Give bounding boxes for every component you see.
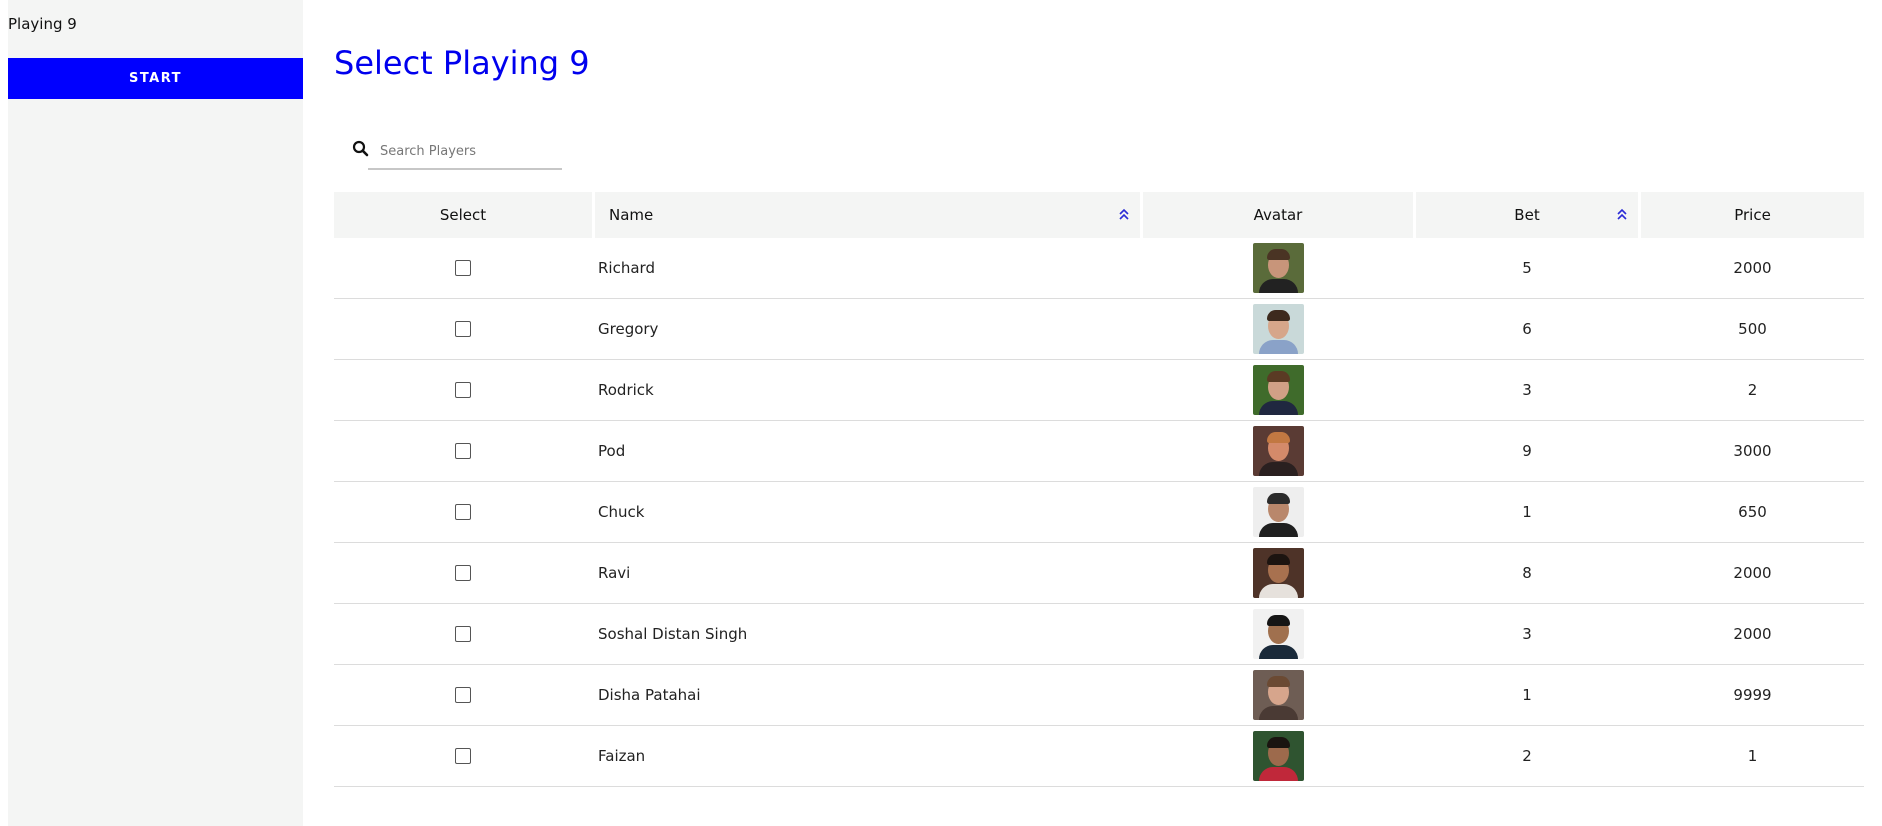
sidebar-title: Playing 9 (8, 15, 77, 33)
avatar (1252, 487, 1304, 537)
player-name: Soshal Distan Singh (598, 625, 748, 643)
search-bar (352, 134, 562, 172)
player-price: 2000 (1733, 259, 1772, 277)
avatar-cell (1143, 421, 1413, 481)
start-button[interactable]: START (8, 58, 303, 99)
select-checkbox[interactable] (455, 626, 471, 642)
select-checkbox[interactable] (455, 504, 471, 520)
select-checkbox[interactable] (455, 565, 471, 581)
player-price: 2000 (1733, 564, 1772, 582)
select-checkbox[interactable] (455, 443, 471, 459)
table-row: Rodrick 3 2 (334, 360, 1864, 421)
table-row: Faizan 2 1 (334, 726, 1864, 787)
column-header-select: Select (334, 192, 592, 238)
select-cell (334, 726, 592, 786)
player-bet: 9 (1522, 442, 1532, 460)
player-bet: 6 (1522, 320, 1532, 338)
avatar (1252, 304, 1304, 354)
players-table: Select Name Avatar Bet Price Richard 5 2… (334, 192, 1864, 787)
avatar-cell (1143, 360, 1413, 420)
player-bet: 5 (1522, 259, 1532, 277)
player-price: 650 (1738, 503, 1767, 521)
player-name: Richard (598, 259, 655, 277)
avatar-cell (1143, 604, 1413, 664)
player-bet: 1 (1522, 503, 1532, 521)
table-row: Gregory 6 500 (334, 299, 1864, 360)
select-checkbox[interactable] (455, 382, 471, 398)
player-name: Chuck (598, 503, 645, 521)
column-header-name-label: Name (609, 206, 654, 224)
select-cell (334, 665, 592, 725)
column-header-avatar: Avatar (1143, 192, 1413, 238)
avatar (1252, 243, 1304, 293)
player-bet: 8 (1522, 564, 1532, 582)
sort-ascending-icon[interactable] (1118, 208, 1130, 222)
select-cell (334, 421, 592, 481)
player-bet: 1 (1522, 686, 1532, 704)
avatar-cell (1143, 238, 1413, 298)
table-body: Richard 5 2000 Gregory 6 500 Rodrick 3 2… (334, 238, 1864, 787)
page-title: Select Playing 9 (334, 44, 590, 82)
avatar-cell (1143, 665, 1413, 725)
avatar (1252, 670, 1304, 720)
column-header-price: Price (1641, 192, 1864, 238)
avatar-cell (1143, 299, 1413, 359)
sidebar: Playing 9 START (8, 0, 303, 826)
player-name: Pod (598, 442, 626, 460)
avatar-cell (1143, 726, 1413, 786)
select-checkbox[interactable] (455, 260, 471, 276)
player-price: 9999 (1733, 686, 1772, 704)
select-checkbox[interactable] (455, 748, 471, 764)
select-cell (334, 299, 592, 359)
select-cell (334, 238, 592, 298)
avatar (1252, 426, 1304, 476)
search-input[interactable] (368, 134, 562, 170)
avatar (1252, 731, 1304, 781)
player-price: 2000 (1733, 625, 1772, 643)
table-row: Pod 9 3000 (334, 421, 1864, 482)
avatar (1252, 548, 1304, 598)
player-name: Rodrick (598, 381, 654, 399)
column-header-bet-label: Bet (1514, 206, 1540, 224)
avatar (1252, 609, 1304, 659)
sort-ascending-icon[interactable] (1616, 208, 1628, 222)
player-name: Ravi (598, 564, 631, 582)
player-price: 3000 (1733, 442, 1772, 460)
player-name: Disha Patahai (598, 686, 701, 704)
player-price: 2 (1747, 381, 1758, 399)
player-bet: 3 (1522, 625, 1532, 643)
player-name: Gregory (598, 320, 659, 338)
column-header-name[interactable]: Name (595, 192, 1140, 238)
table-row: Richard 5 2000 (334, 238, 1864, 299)
player-price: 1 (1747, 747, 1758, 765)
column-header-bet[interactable]: Bet (1416, 192, 1638, 238)
table-row: Chuck 1 650 (334, 482, 1864, 543)
select-checkbox[interactable] (455, 687, 471, 703)
select-cell (334, 604, 592, 664)
select-cell (334, 482, 592, 542)
player-price: 500 (1738, 320, 1767, 338)
player-name: Faizan (598, 747, 646, 765)
table-row: Disha Patahai 1 9999 (334, 665, 1864, 726)
table-header: Select Name Avatar Bet Price (334, 192, 1864, 238)
avatar-cell (1143, 543, 1413, 603)
table-row: Ravi 8 2000 (334, 543, 1864, 604)
player-bet: 3 (1522, 381, 1532, 399)
select-checkbox[interactable] (455, 321, 471, 337)
player-bet: 2 (1522, 747, 1532, 765)
table-row: Soshal Distan Singh 3 2000 (334, 604, 1864, 665)
select-cell (334, 543, 592, 603)
avatar (1252, 365, 1304, 415)
avatar-cell (1143, 482, 1413, 542)
select-cell (334, 360, 592, 420)
